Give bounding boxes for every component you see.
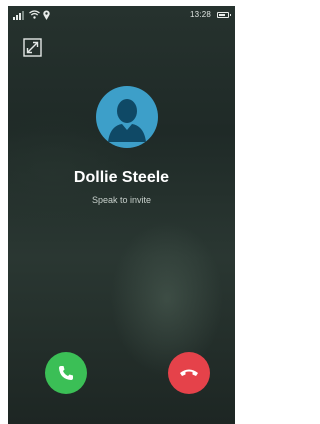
caller-name: Dollie Steele bbox=[73, 169, 170, 186]
status-bar: 13:28 bbox=[8, 6, 235, 24]
signal-icon bbox=[13, 11, 25, 20]
call-screen: 13:28 Dollie Steele Speak to invite bbox=[8, 6, 235, 424]
avatar bbox=[96, 86, 158, 148]
battery-level bbox=[219, 14, 225, 16]
status-time: 13:28 bbox=[189, 10, 211, 19]
phone-icon bbox=[59, 366, 73, 380]
minimize-icon[interactable] bbox=[23, 38, 42, 57]
decline-button[interactable] bbox=[168, 352, 210, 394]
battery-icon bbox=[217, 12, 231, 18]
hang-up-icon bbox=[180, 369, 198, 376]
call-status: Speak to invite bbox=[91, 195, 152, 205]
location-icon bbox=[43, 10, 50, 20]
person-icon bbox=[108, 99, 146, 142]
wifi-icon bbox=[29, 10, 40, 19]
answer-button[interactable] bbox=[45, 352, 87, 394]
